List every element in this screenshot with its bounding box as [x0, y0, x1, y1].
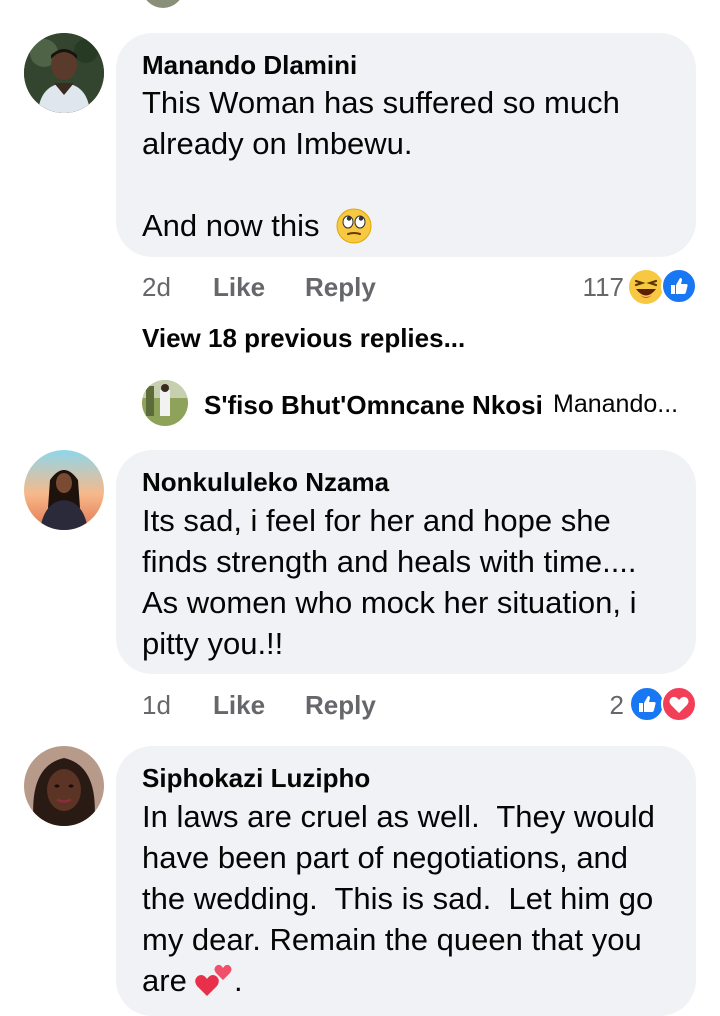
- avatar-manando-dlamini[interactable]: [24, 33, 104, 113]
- two-hearts-icon: [193, 958, 233, 998]
- comment-text-line: are: [142, 963, 187, 998]
- comment-text-line: Its sad, i feel for her and hope she: [142, 503, 611, 538]
- comment-text-line: pitty you.!!: [142, 626, 284, 661]
- reaction-count[interactable]: 117: [583, 272, 624, 303]
- reactions-summary[interactable]: [629, 686, 699, 724]
- avatar-nonkululeko-nzama[interactable]: [24, 450, 104, 530]
- comment-text-line: finds strength and heals with time....: [142, 544, 637, 579]
- comment-text-line: This Woman has suffered so much: [142, 85, 620, 120]
- reply-preview-author[interactable]: S'fiso Bhut'Omncane Nkosi: [204, 390, 543, 421]
- comment-timestamp[interactable]: 2d: [142, 272, 171, 303]
- reply-preview-snippet[interactable]: Manando...: [553, 390, 678, 419]
- comment-text-line: have been part of negotiations, and: [142, 840, 629, 875]
- like-button[interactable]: Like: [213, 272, 265, 303]
- reaction-count[interactable]: 2: [610, 690, 624, 721]
- avatar-siphokazi-luzipho[interactable]: [24, 746, 104, 826]
- avatar-cropped: [142, 0, 184, 8]
- haha-icon: [627, 268, 665, 306]
- comment-text-line: As women who mock her situation, i: [142, 585, 637, 620]
- comment-author[interactable]: Nonkululeko Nzama: [142, 467, 389, 498]
- like-icon: [629, 686, 665, 722]
- reply-button[interactable]: Reply: [305, 690, 376, 721]
- comment-text-line: already on Imbewu.: [142, 126, 413, 161]
- reply-button[interactable]: Reply: [305, 272, 376, 303]
- face-with-rolling-eyes-icon: [336, 208, 372, 244]
- avatar-sfiso-nkosi[interactable]: [142, 380, 188, 426]
- like-icon: [661, 268, 697, 304]
- comment-trailing-text: .: [234, 963, 243, 998]
- comment-timestamp[interactable]: 1d: [142, 690, 171, 721]
- comment-text-line: the wedding. This is sad. Let him go: [142, 881, 654, 916]
- comment-author[interactable]: Manando Dlamini: [142, 50, 357, 81]
- comment-text-line: And now this: [142, 208, 320, 243]
- comment-text-line: my dear. Remain the queen that you: [142, 922, 642, 957]
- love-icon: [661, 686, 697, 722]
- reactions-summary[interactable]: [627, 268, 697, 306]
- comment-author[interactable]: Siphokazi Luzipho: [142, 763, 370, 794]
- comment-text-line: In laws are cruel as well. They would: [142, 799, 655, 834]
- view-previous-replies-link[interactable]: View 18 previous replies...: [142, 323, 465, 354]
- like-button[interactable]: Like: [213, 690, 265, 721]
